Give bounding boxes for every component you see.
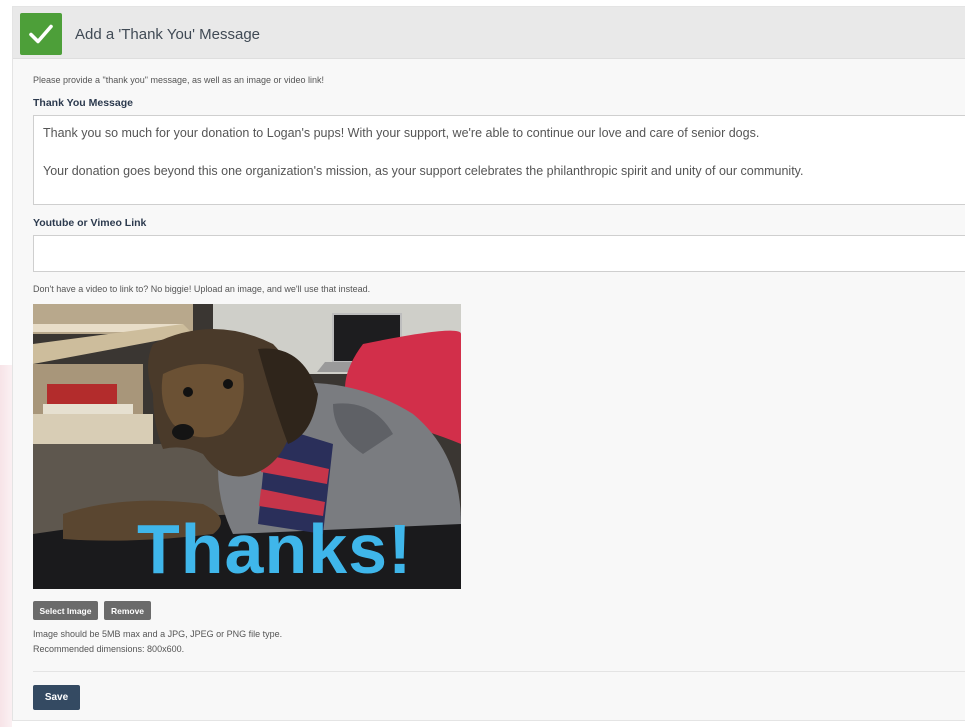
thank-you-message-label: Thank You Message	[33, 97, 133, 109]
image-requirements-note: Image should be 5MB max and a JPG, JPEG …	[33, 629, 283, 639]
image-dimensions-note: Recommended dimensions: 800x600.	[33, 644, 185, 654]
image-hint-text: Don't have a video to link to? No biggie…	[33, 284, 371, 294]
completed-checkmark-badge	[20, 13, 62, 55]
thank-you-message-textarea[interactable]: Thank you so much for your donation to L…	[33, 115, 965, 205]
panel-header: Add a 'Thank You' Message	[13, 7, 965, 59]
message-paragraph-2: Your donation goes beyond this one organ…	[43, 164, 804, 178]
thank-you-panel: Add a 'Thank You' Message Please provide…	[12, 6, 965, 721]
message-paragraph-1: Thank you so much for your donation to L…	[43, 126, 760, 140]
remove-image-button[interactable]: Remove	[104, 601, 151, 620]
checkmark-icon	[29, 24, 53, 44]
image-caption-thanks: Thanks!	[137, 510, 413, 588]
intro-text: Please provide a "thank you" message, as…	[33, 75, 325, 85]
save-button[interactable]: Save	[33, 685, 80, 710]
select-image-button[interactable]: Select Image	[33, 601, 98, 620]
panel-title: Add a 'Thank You' Message	[75, 26, 261, 43]
divider	[33, 671, 965, 672]
background-tint	[0, 365, 12, 727]
image-preview: Thanks!	[33, 304, 461, 589]
video-link-input[interactable]	[33, 235, 965, 272]
video-link-label: Youtube or Vimeo Link	[33, 217, 147, 229]
page: Add a 'Thank You' Message Please provide…	[0, 0, 965, 727]
